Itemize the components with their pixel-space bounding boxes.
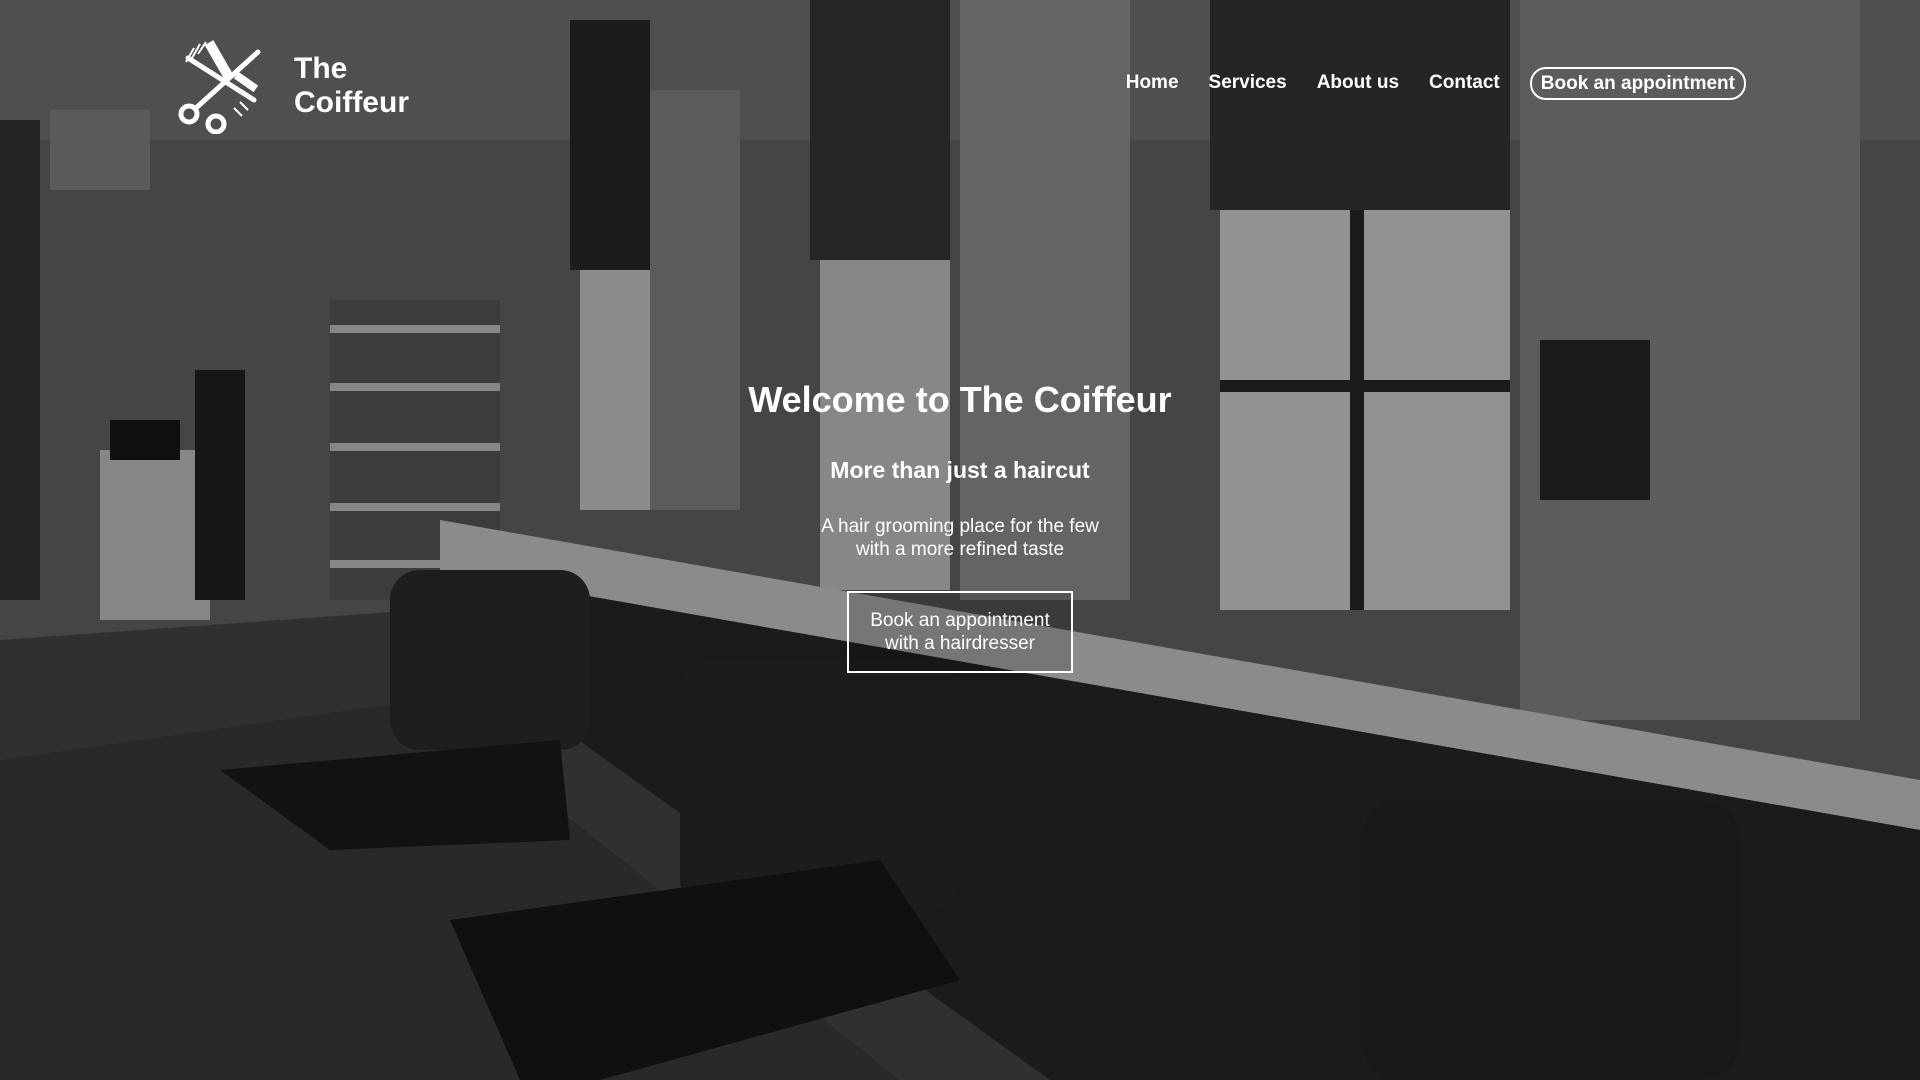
nav-home[interactable]: Home [1126,66,1179,100]
hero-tagline-line1: A hair grooming place for the few [821,516,1099,537]
hero-subtitle: More than just a haircut [830,457,1090,483]
hero-tagline-line2: with a more refined taste [855,539,1065,560]
brand-logo[interactable]: The Coiffeur [174,38,424,134]
brand-name-line1: The [294,52,348,85]
hero-content: Welcome to The Coiffeur More than just a… [0,370,1920,673]
hero-tagline: A hair grooming place for the few with a… [800,515,1120,561]
cta-label-line2: with a hairdresser [885,633,1035,654]
book-appointment-cta-button[interactable]: Book an appointment with a hairdresser [847,591,1073,673]
scissors-comb-icon [174,38,272,134]
main-nav: Home Services About us Contact Book an a… [1126,66,1746,100]
nav-services[interactable]: Services [1209,66,1287,100]
nav-about[interactable]: About us [1317,66,1399,100]
brand-name: The Coiffeur [294,52,424,120]
nav-book-appointment-button[interactable]: Book an appointment [1529,66,1746,100]
hero-title: Welcome to The Coiffeur [748,379,1172,420]
nav-contact[interactable]: Contact [1429,66,1500,100]
brand-name-line2: Coiffeur [294,86,409,119]
cta-label-line1: Book an appointment [870,610,1050,631]
